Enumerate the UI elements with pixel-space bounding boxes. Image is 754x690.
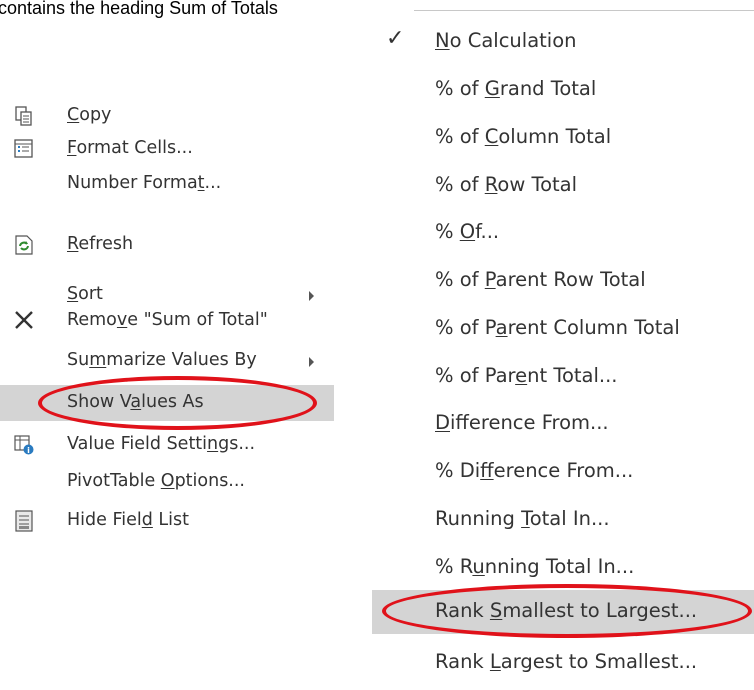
menu-item-format-cells[interactable]: Format Cells...	[0, 133, 334, 165]
background-text-heading: contains the heading Sum of Totals	[0, 0, 278, 18]
submenu-item-label: % of Parent Row Total	[435, 268, 646, 291]
highlight-annotation-oval	[38, 376, 317, 430]
submenu-item-percent-difference-from[interactable]: % Difference From...	[360, 450, 754, 494]
submenu-item-label: % of Parent Total...	[435, 364, 618, 387]
submenu-arrow-icon	[309, 357, 314, 367]
highlight-annotation-oval	[382, 584, 752, 638]
menu-item-label: Refresh	[67, 234, 134, 254]
checkmark-icon: ✓	[386, 26, 405, 51]
submenu-item-column-total[interactable]: % of Column Total	[360, 116, 754, 160]
submenu-item-parent-total[interactable]: % of Parent Total...	[360, 355, 754, 399]
submenu-item-label: % Of...	[435, 220, 500, 243]
refresh-icon	[13, 234, 35, 256]
submenu-item-rank-largest-to-smallest[interactable]: Rank Largest to Smallest...	[360, 641, 754, 685]
submenu-item-parent-column-total[interactable]: % of Parent Column Total	[360, 307, 754, 351]
submenu-item-label: % of Grand Total	[435, 77, 597, 100]
menu-item-pivottable-options[interactable]: PivotTable Options...	[0, 466, 334, 498]
submenu-item-grand-total[interactable]: % of Grand Total	[360, 68, 754, 112]
format-cells-icon	[13, 138, 35, 160]
submenu-item-percent-of[interactable]: % Of...	[360, 211, 754, 255]
submenu-item-label: Rank Largest to Smallest...	[435, 650, 698, 673]
submenu-item-label: % of Row Total	[435, 173, 578, 196]
menu-item-remove-field[interactable]: Remove "Sum of Total"	[0, 298, 334, 342]
menu-item-value-field-settings[interactable]: i Value Field Settings...	[0, 429, 334, 461]
submenu-item-parent-row-total[interactable]: % of Parent Row Total	[360, 259, 754, 303]
menu-item-refresh[interactable]: Refresh	[0, 229, 334, 261]
submenu-item-label: Running Total In...	[435, 507, 610, 530]
menu-item-label: Number Format...	[67, 173, 222, 193]
submenu-item-label: % Difference From...	[435, 459, 634, 482]
close-icon	[13, 309, 35, 331]
context-menu: Copy Format Cells... Number Format... Re…	[0, 92, 334, 590]
menu-item-label: Summarize Values By	[67, 350, 257, 370]
submenu-item-label: Difference From...	[435, 411, 609, 434]
menu-item-copy[interactable]: Copy	[0, 100, 334, 132]
menu-item-label: Format Cells...	[67, 138, 193, 158]
submenu-border	[414, 10, 754, 11]
menu-item-label: Copy	[67, 105, 112, 125]
copy-icon	[13, 105, 35, 127]
menu-item-label: Remove "Sum of Total"	[67, 310, 268, 330]
field-settings-icon: i	[13, 434, 35, 456]
submenu-item-label: % of Parent Column Total	[435, 316, 680, 339]
submenu-item-running-total-in[interactable]: Running Total In...	[360, 498, 754, 542]
svg-text:i: i	[27, 446, 30, 455]
submenu-item-difference-from[interactable]: Difference From...	[360, 402, 754, 446]
submenu-item-no-calculation[interactable]: ✓ No Calculation	[360, 20, 754, 64]
menu-item-number-format[interactable]: Number Format...	[0, 168, 334, 200]
submenu-item-label: No Calculation	[435, 29, 577, 52]
menu-item-hide-field-list[interactable]: Hide Field List	[0, 505, 334, 537]
submenu-item-label: % Running Total In...	[435, 555, 635, 578]
menu-item-label: PivotTable Options...	[67, 471, 245, 491]
submenu-item-row-total[interactable]: % of Row Total	[360, 164, 754, 208]
menu-item-label: Hide Field List	[67, 510, 190, 530]
menu-item-summarize-values-by[interactable]: Summarize Values By	[0, 345, 334, 377]
field-list-icon	[13, 510, 35, 532]
menu-item-label: Value Field Settings...	[67, 434, 256, 454]
submenu-item-label: % of Column Total	[435, 125, 612, 148]
